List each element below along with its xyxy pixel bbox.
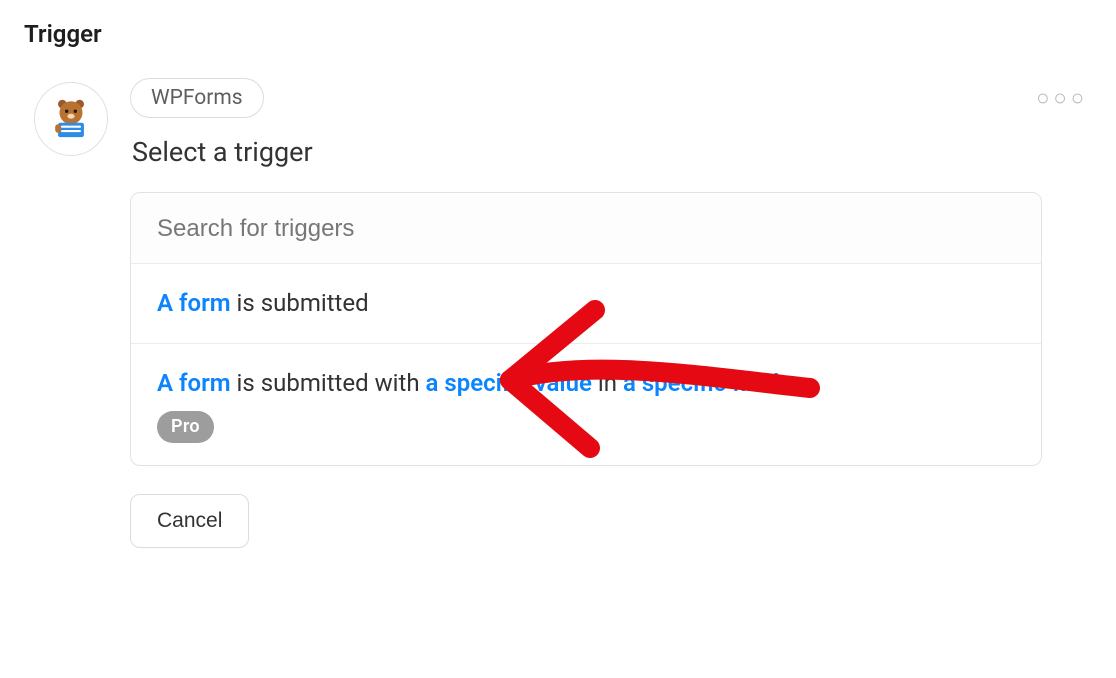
trigger-token-link: a specific value bbox=[426, 369, 592, 397]
trigger-row: WPForms ○○○ Select a trigger A form is s… bbox=[20, 78, 1096, 548]
trigger-token-link: A form bbox=[157, 369, 231, 397]
trigger-section: Trigger WPFo bbox=[0, 0, 1116, 548]
trigger-option[interactable]: A form is submitted bbox=[131, 263, 1041, 343]
integration-pill[interactable]: WPForms bbox=[130, 78, 264, 118]
cancel-button[interactable]: Cancel bbox=[130, 494, 249, 548]
trigger-token-text: is submitted with bbox=[231, 369, 426, 397]
trigger-option-text: A form is submitted bbox=[157, 286, 1015, 321]
more-options-icon[interactable]: ○○○ bbox=[1036, 85, 1096, 111]
trigger-token-link: A form bbox=[157, 289, 231, 317]
trigger-token-text: in bbox=[592, 369, 623, 397]
integration-avatar bbox=[34, 82, 108, 156]
trigger-option[interactable]: A form is submitted with a specific valu… bbox=[131, 343, 1041, 465]
subtitle: Select a trigger bbox=[132, 136, 1096, 168]
trigger-option-text: A form is submitted with a specific valu… bbox=[157, 366, 1015, 401]
trigger-list: A form is submittedA form is submitted w… bbox=[130, 192, 1042, 466]
wpforms-mascot-icon bbox=[48, 94, 94, 144]
trigger-token-text: is submitted bbox=[231, 289, 369, 317]
section-title: Trigger bbox=[24, 20, 1096, 48]
trigger-main: WPForms ○○○ Select a trigger A form is s… bbox=[130, 78, 1096, 548]
pro-badge: Pro bbox=[157, 411, 214, 443]
search-input[interactable] bbox=[131, 193, 1041, 263]
header-row: WPForms ○○○ bbox=[130, 78, 1096, 118]
trigger-token-link: a specific field bbox=[623, 369, 779, 397]
